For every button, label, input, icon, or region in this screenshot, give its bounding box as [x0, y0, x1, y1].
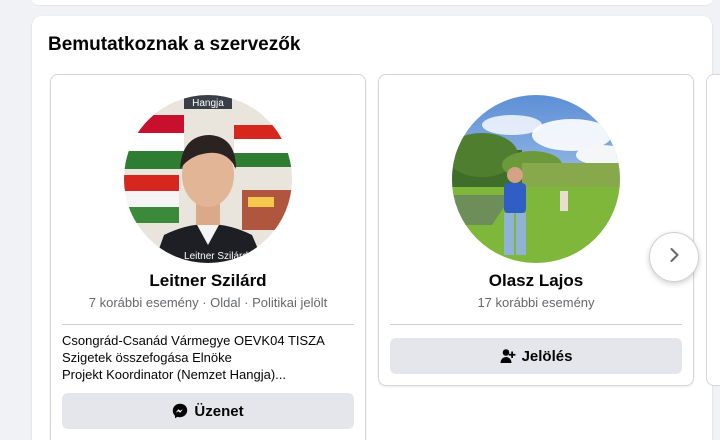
organizer-card[interactable]: Hangja Leitner Szilárd Leitner Szilárd 7…	[50, 74, 366, 440]
organizer-avatar[interactable]	[452, 95, 620, 263]
divider	[390, 324, 682, 325]
messenger-icon	[172, 403, 188, 419]
organizer-bio: Csongrád-Csanád Vármegye OEVK04 TISZA Sz…	[62, 332, 352, 383]
message-button[interactable]: Üzenet	[62, 393, 354, 429]
organizer-card[interactable]: Olasz Lajos 17 korábbi esemény Jelölés	[378, 74, 694, 386]
organizer-meta: 7 korábbi esemény · Oldal · Politikai je…	[88, 295, 328, 310]
tag-button[interactable]: Jelölés	[390, 338, 682, 374]
organizer-name[interactable]: Leitner Szilárd	[51, 271, 365, 291]
chevron-right-icon	[666, 247, 682, 268]
organizer-meta: 17 korábbi esemény	[477, 295, 595, 310]
message-button-label: Üzenet	[194, 402, 244, 420]
organizers-section: Bemutatkoznak a szervezők Hangja Leitner…	[32, 16, 712, 440]
bio-line: Csongrád-Csanád Vármegye OEVK04 TISZA	[62, 333, 325, 348]
section-title: Bemutatkoznak a szervezők	[48, 34, 301, 55]
organizer-avatar[interactable]: Hangja Leitner Szilárd	[124, 95, 292, 263]
tag-button-label: Jelölés	[521, 347, 573, 365]
divider	[62, 324, 354, 325]
avatar-overlay-bottom: Leitner Szilárd	[184, 251, 248, 262]
bio-line: Projekt Koordinator (Nemzet Hangja)...	[62, 367, 286, 382]
carousel-next-button[interactable]	[649, 232, 699, 282]
previous-section-edge	[32, 0, 712, 6]
next-card-peek	[706, 74, 720, 386]
avatar-overlay-top: Hangja	[192, 98, 224, 109]
bio-line: Szigetek összefogása Elnöke	[62, 350, 232, 365]
organizer-name[interactable]: Olasz Lajos	[379, 271, 693, 291]
add-friend-icon	[500, 348, 516, 364]
